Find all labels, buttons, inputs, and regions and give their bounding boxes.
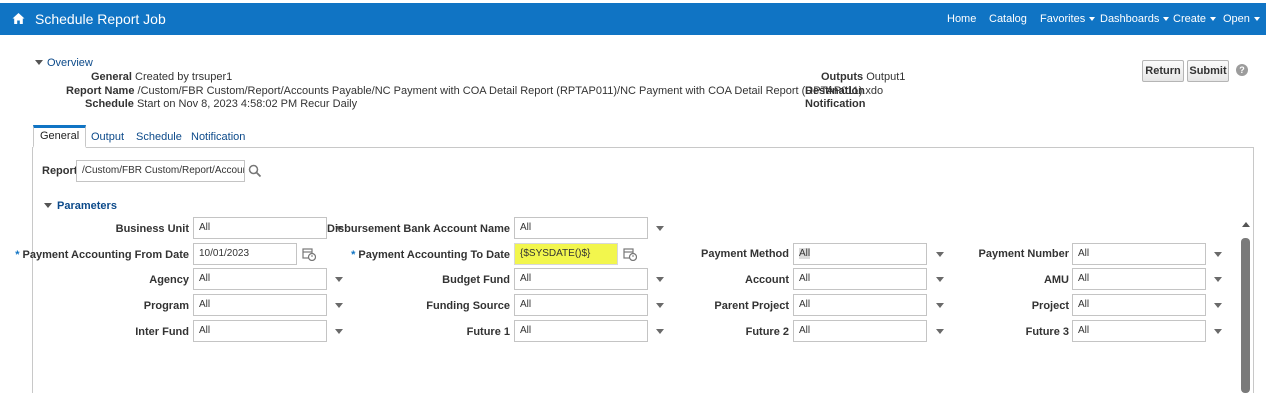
parameters-title[interactable]: Parameters xyxy=(57,200,117,212)
payment-method-select[interactable]: All xyxy=(793,243,927,265)
payment-accounting-from-date-label: * Payment Accounting From Date xyxy=(15,249,189,261)
funding-source-label: Funding Source xyxy=(426,300,510,312)
future-3-select[interactable]: All xyxy=(1072,320,1206,342)
disbursement-bank-account-label: Disbursement Bank Account Name xyxy=(327,223,510,235)
overview-report-name: Report Name /Custom/FBR Custom/Report/Ac… xyxy=(66,85,884,97)
amu-select[interactable]: All xyxy=(1072,268,1206,290)
future-1-label: Future 1 xyxy=(466,326,510,338)
chevron-down-icon[interactable] xyxy=(656,277,664,282)
nav-home[interactable]: Home xyxy=(947,13,976,25)
chevron-down-icon[interactable] xyxy=(936,303,944,308)
home-icon[interactable] xyxy=(12,12,25,25)
project-select[interactable]: All xyxy=(1072,294,1206,316)
future-3-label: Future 3 xyxy=(1025,326,1069,338)
agency-select[interactable]: All xyxy=(193,268,327,290)
chevron-down-icon xyxy=(1253,17,1260,22)
app-title: Schedule Report Job xyxy=(35,11,166,27)
amu-label: AMU xyxy=(1043,274,1069,286)
inter-fund-label: Inter Fund xyxy=(135,326,189,338)
budget-fund-select[interactable]: All xyxy=(514,268,648,290)
calendar-icon[interactable] xyxy=(623,247,637,261)
nav-create[interactable]: Create xyxy=(1173,13,1217,25)
vertical-scrollbar[interactable] xyxy=(1241,238,1250,393)
chevron-down-icon[interactable] xyxy=(335,303,343,308)
report-label: Report xyxy=(42,165,78,177)
chevron-down-icon[interactable] xyxy=(1214,277,1222,282)
tab-output[interactable]: Output xyxy=(91,131,124,143)
overview-collapse-icon[interactable] xyxy=(35,60,43,65)
business-unit-label: Business Unit xyxy=(115,223,189,235)
program-label: Program xyxy=(143,300,189,312)
chevron-down-icon xyxy=(1089,17,1096,22)
help-icon[interactable]: ? xyxy=(1236,64,1248,76)
disbursement-bank-account-select[interactable]: All xyxy=(514,217,648,239)
chevron-down-icon[interactable] xyxy=(1214,303,1222,308)
business-unit-select[interactable]: All xyxy=(193,217,327,239)
nav-favorites[interactable]: Favorites xyxy=(1040,13,1096,25)
parent-project-label: Parent Project xyxy=(714,300,789,312)
return-button[interactable]: Return xyxy=(1142,60,1184,82)
tab-general[interactable]: General xyxy=(33,125,87,148)
inter-fund-select[interactable]: All xyxy=(193,320,327,342)
chevron-down-icon[interactable] xyxy=(656,226,664,231)
overview-notification: Notification xyxy=(805,98,866,110)
overview-general: General Created by trsuper1 xyxy=(91,71,233,83)
chevron-down-icon[interactable] xyxy=(656,329,664,334)
chevron-down-icon[interactable] xyxy=(936,252,944,257)
search-icon[interactable] xyxy=(248,164,262,178)
chevron-down-icon[interactable] xyxy=(936,277,944,282)
overview-outputs: Outputs Output1 xyxy=(821,71,906,83)
calendar-icon[interactable] xyxy=(302,247,316,261)
chevron-down-icon xyxy=(1163,17,1170,22)
account-label: Account xyxy=(745,274,789,286)
top-bar: Schedule Report Job Home Catalog Favorit… xyxy=(0,3,1266,35)
chevron-down-icon[interactable] xyxy=(1214,252,1222,257)
chevron-down-icon[interactable] xyxy=(1214,329,1222,334)
account-select[interactable]: All xyxy=(793,268,927,290)
program-select[interactable]: All xyxy=(193,294,327,316)
chevron-down-icon[interactable] xyxy=(936,329,944,334)
chevron-down-icon[interactable] xyxy=(335,329,343,334)
payment-number-label: Payment Number xyxy=(978,248,1069,260)
project-label: Project xyxy=(1031,300,1069,312)
future-1-select[interactable]: All xyxy=(514,320,648,342)
nav-catalog[interactable]: Catalog xyxy=(989,13,1027,25)
funding-source-select[interactable]: All xyxy=(514,294,648,316)
parameters-collapse-icon[interactable] xyxy=(44,203,52,208)
chevron-down-icon[interactable] xyxy=(335,277,343,282)
nav-open[interactable]: Open xyxy=(1223,13,1260,25)
chevron-down-icon[interactable] xyxy=(656,303,664,308)
future-2-select[interactable]: All xyxy=(793,320,927,342)
overview-title[interactable]: Overview xyxy=(47,57,93,69)
overview-destination: Destination xyxy=(805,85,865,97)
payment-number-select[interactable]: All xyxy=(1072,243,1206,265)
parent-project-select[interactable]: All xyxy=(793,294,927,316)
payment-method-label: Payment Method xyxy=(700,248,789,260)
payment-accounting-to-date-input[interactable]: {$SYSDATE()$} xyxy=(514,243,618,265)
submit-button[interactable]: Submit xyxy=(1187,60,1229,82)
payment-accounting-to-date-label: * Payment Accounting To Date xyxy=(351,249,510,261)
report-path-field[interactable]: /Custom/FBR Custom/Report/Accoun xyxy=(76,160,245,182)
tab-notification[interactable]: Notification xyxy=(191,131,245,143)
chevron-down-icon xyxy=(1210,17,1217,22)
nav-dashboards[interactable]: Dashboards xyxy=(1100,13,1170,25)
budget-fund-label: Budget Fund xyxy=(442,274,510,286)
tab-schedule[interactable]: Schedule xyxy=(136,131,182,143)
future-2-label: Future 2 xyxy=(745,326,789,338)
agency-label: Agency xyxy=(149,274,189,286)
payment-accounting-from-date-input[interactable]: 10/01/2023 xyxy=(193,243,297,265)
scroll-up-arrow[interactable] xyxy=(1242,222,1250,227)
overview-schedule: Schedule Start on Nov 8, 2023 4:58:02 PM… xyxy=(85,98,358,110)
